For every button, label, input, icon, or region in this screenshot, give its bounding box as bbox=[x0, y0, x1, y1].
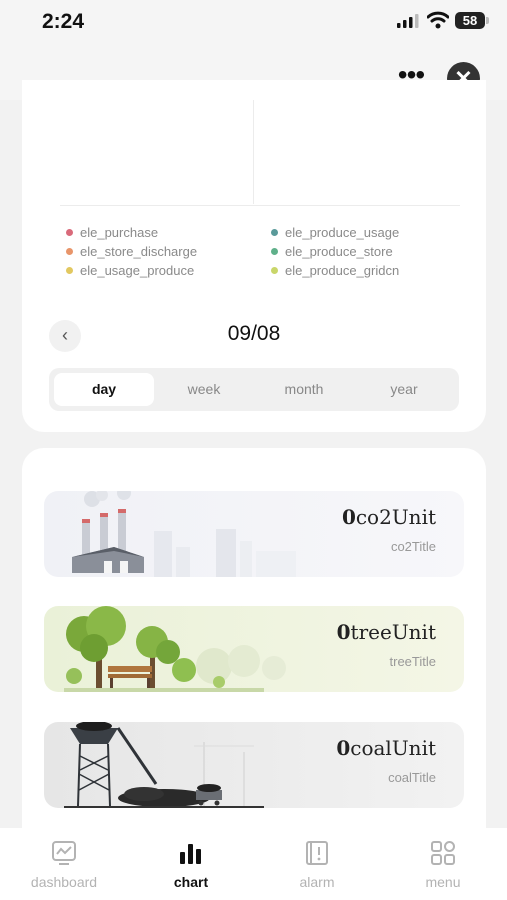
tab-day[interactable]: day bbox=[54, 373, 154, 406]
tree-value: 0treeUnit bbox=[336, 620, 436, 644]
tab-month[interactable]: month bbox=[254, 373, 354, 406]
tree-card: 0treeUnit treeTitle bbox=[44, 606, 464, 692]
coal-card: 0coalUnit coalTitle bbox=[44, 722, 464, 808]
tab-menu[interactable]: menu bbox=[388, 828, 498, 900]
chevron-left-icon[interactable]: ‹ bbox=[49, 320, 81, 352]
coal-title: coalTitle bbox=[388, 770, 436, 785]
legend-dot bbox=[66, 229, 73, 236]
battery-tip bbox=[486, 17, 489, 24]
bar-chart-icon bbox=[180, 844, 201, 864]
alarm-icon bbox=[306, 841, 328, 865]
tab-year[interactable]: year bbox=[354, 373, 454, 406]
co2-card: 0co2Unit co2Title bbox=[44, 491, 464, 577]
legend-dot bbox=[66, 267, 73, 274]
tab-alarm[interactable]: alarm bbox=[262, 828, 372, 900]
legend-dot bbox=[66, 248, 73, 255]
tree-illustration bbox=[64, 606, 286, 692]
tab-chart[interactable]: chart bbox=[136, 828, 246, 900]
coal-mine-illustration bbox=[64, 722, 264, 808]
legend-dot bbox=[271, 229, 278, 236]
legend-item-ele-produce-gridcn: ele_produce_gridcn bbox=[271, 263, 399, 278]
legend-dot bbox=[271, 248, 278, 255]
battery-icon: 58 bbox=[455, 12, 485, 29]
factory-illustration bbox=[72, 491, 296, 577]
tab-dashboard-label: dashboard bbox=[30, 874, 98, 890]
legend-item-ele-store-discharge: ele_store_discharge bbox=[66, 244, 197, 259]
co2-value: 0co2Unit bbox=[341, 505, 436, 529]
tab-chart-label: chart bbox=[173, 874, 209, 890]
tab-menu-label: menu bbox=[425, 874, 461, 890]
period-tabs: day week month year bbox=[49, 368, 459, 411]
tree-title: treeTitle bbox=[389, 654, 436, 669]
legend-item-ele-produce-usage: ele_produce_usage bbox=[271, 225, 399, 240]
tab-week[interactable]: week bbox=[154, 373, 254, 406]
tab-dashboard[interactable]: dashboard bbox=[9, 828, 119, 900]
status-time: 2:24 bbox=[42, 10, 85, 33]
coal-value: 0coalUnit bbox=[336, 736, 436, 760]
dashboard-icon bbox=[52, 841, 76, 865]
legend-item-ele-produce-store: ele_produce_store bbox=[271, 244, 393, 259]
wifi-icon bbox=[427, 11, 449, 29]
signal-icon bbox=[397, 14, 419, 28]
chart-axis-line bbox=[60, 205, 460, 206]
co2-title: co2Title bbox=[390, 539, 436, 554]
current-date: 09/08 bbox=[227, 322, 281, 345]
legend-item-ele-purchase: ele_purchase bbox=[66, 225, 158, 240]
menu-grid-icon bbox=[431, 841, 455, 865]
bottom-tab-bar: dashboard chart alarm menu bbox=[0, 828, 507, 900]
legend-dot bbox=[271, 267, 278, 274]
tab-alarm-label: alarm bbox=[299, 874, 335, 890]
legend-item-ele-usage-produce: ele_usage_produce bbox=[66, 263, 194, 278]
chart-gridline bbox=[253, 100, 254, 204]
